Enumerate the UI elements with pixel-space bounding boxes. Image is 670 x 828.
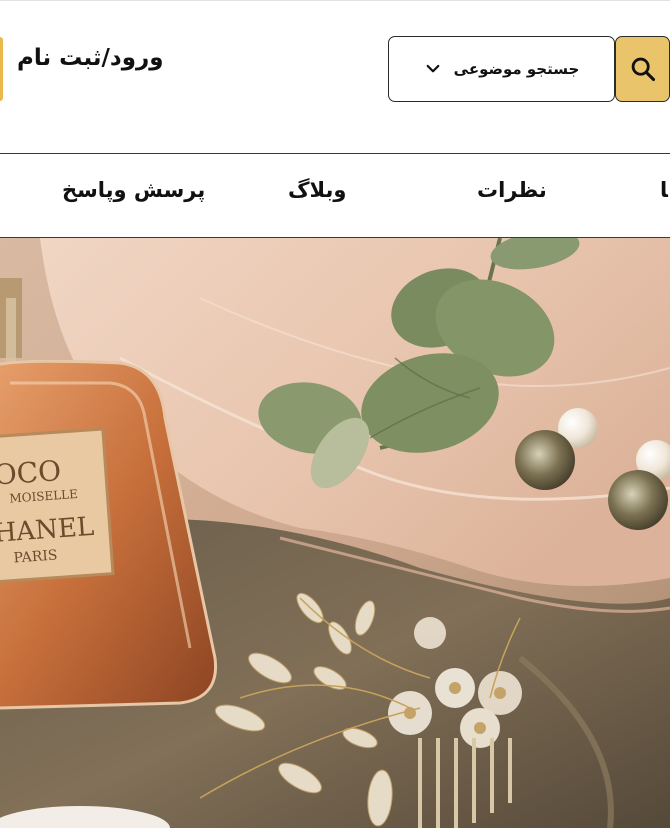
nav-item-partial[interactable]: ﺎ xyxy=(660,178,668,202)
search-button[interactable] xyxy=(615,36,670,102)
chevron-down-icon xyxy=(426,64,440,73)
main-nav: پرسش وپاسخ وبلاگ نظرات ﺎ xyxy=(0,153,670,238)
bottle-label-line-4: PARIS xyxy=(13,547,58,566)
topic-search-dropdown[interactable]: جستجو موضوعی xyxy=(388,36,615,102)
topic-search-label: جستجو موضوعی xyxy=(453,60,580,78)
login-register-link[interactable]: ورود/ثبت نام xyxy=(17,45,164,71)
page: ورود/ثبت نام جستجو موضوعی پرسش وپاسخ وبل… xyxy=(0,0,670,828)
hero-illustration: OCO MOISELLE HANEL PARIS xyxy=(0,238,670,828)
search-icon xyxy=(631,57,655,82)
nav-item-blog[interactable]: وبلاگ xyxy=(288,178,346,202)
login-accent-bar xyxy=(0,37,3,101)
bottle-label-line-1: OCO xyxy=(0,454,62,492)
nav-item-qa[interactable]: پرسش وپاسخ xyxy=(62,178,205,202)
site-header: ورود/ثبت نام جستجو موضوعی xyxy=(0,0,670,153)
nav-item-comments[interactable]: نظرات xyxy=(477,178,547,202)
hero-image: OCO MOISELLE HANEL PARIS xyxy=(0,238,670,828)
